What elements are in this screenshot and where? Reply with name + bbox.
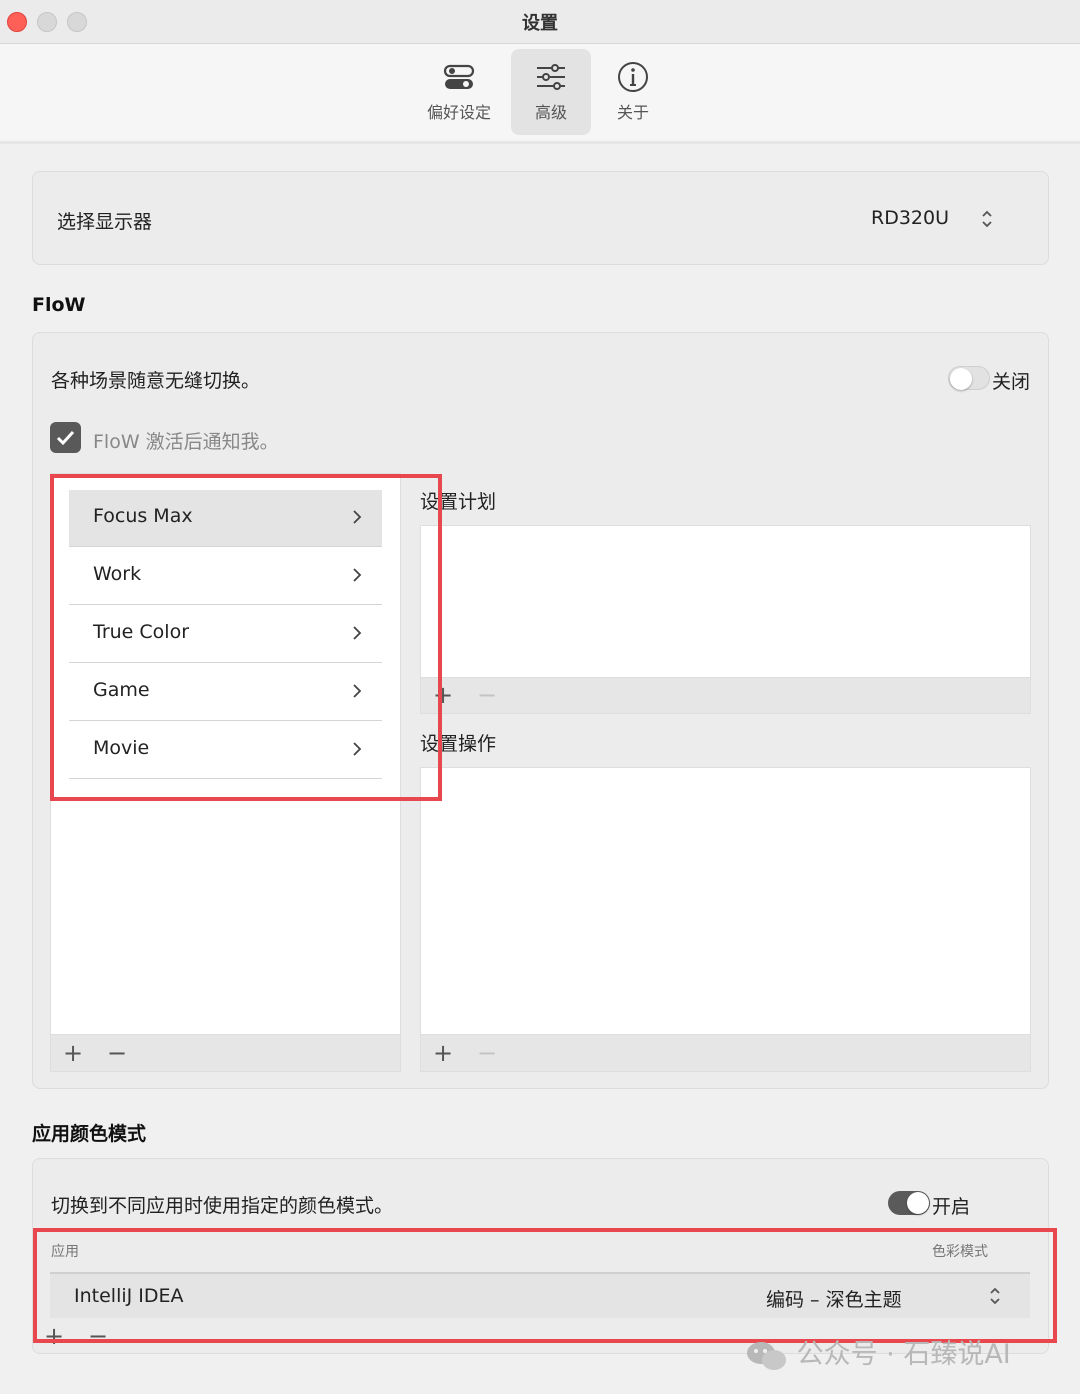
tab-preferences[interactable]: 偏好设定 [419, 49, 499, 135]
remove-schedule-button[interactable]: − [477, 683, 497, 707]
window-title: 设置 [522, 13, 558, 34]
checkmark-icon [56, 430, 75, 446]
schedule-panel [420, 525, 1031, 678]
toggles-icon [443, 64, 475, 89]
tab-preferences-label: 偏好设定 [426, 103, 491, 122]
sliders-icon [537, 64, 565, 90]
add-scene-button[interactable]: + [63, 1041, 83, 1065]
action-footer: + − [420, 1035, 1031, 1072]
tab-advanced-label: 高级 [534, 103, 567, 122]
notify-checkbox[interactable] [50, 422, 81, 453]
updown-chevron-icon [982, 210, 992, 228]
notify-label: FloW 激活后通知我。 [93, 431, 279, 453]
remove-scene-button[interactable]: − [107, 1041, 127, 1065]
color-mode-description: 切换到不同应用时使用指定的颜色模式。 [51, 1195, 394, 1217]
highlight-box-table [33, 1228, 1057, 1343]
color-mode-toggle[interactable] [888, 1191, 930, 1215]
flow-toggle[interactable] [948, 366, 990, 390]
settings-toolbar: 偏好设定 高级 关于 [0, 44, 1080, 144]
flow-section-title: FloW [32, 294, 86, 316]
remove-action-button[interactable]: − [477, 1041, 497, 1065]
scenes-list-footer: + − [50, 1035, 401, 1072]
flow-toggle-label: 关闭 [992, 371, 1031, 393]
display-selector-card: 选择显示器 RD320U [32, 171, 1049, 265]
display-popup[interactable]: RD320U [863, 202, 1033, 236]
display-selector-label: 选择显示器 [57, 211, 153, 233]
info-icon [618, 62, 648, 92]
watermark-text: 公众号 · 石臻说AI [796, 1339, 1011, 1370]
watermark: 公众号 · 石臻说AI [746, 1332, 1011, 1373]
highlight-box-scenes [50, 474, 442, 801]
schedule-footer: + − [420, 678, 1031, 714]
wechat-icon [747, 1341, 786, 1370]
color-mode-section-title: 应用颜色模式 [32, 1123, 147, 1145]
color-mode-toggle-label: 开启 [932, 1196, 971, 1218]
flow-description: 各种场景随意无缝切换。 [51, 370, 261, 392]
action-panel [420, 767, 1031, 1035]
title-bar: 设置 [0, 0, 1080, 44]
tab-about-label: 关于 [616, 103, 649, 122]
tab-about[interactable]: 关于 [593, 49, 673, 135]
display-value: RD320U [871, 207, 950, 229]
tab-advanced[interactable]: 高级 [511, 49, 591, 135]
add-action-button[interactable]: + [433, 1041, 453, 1065]
